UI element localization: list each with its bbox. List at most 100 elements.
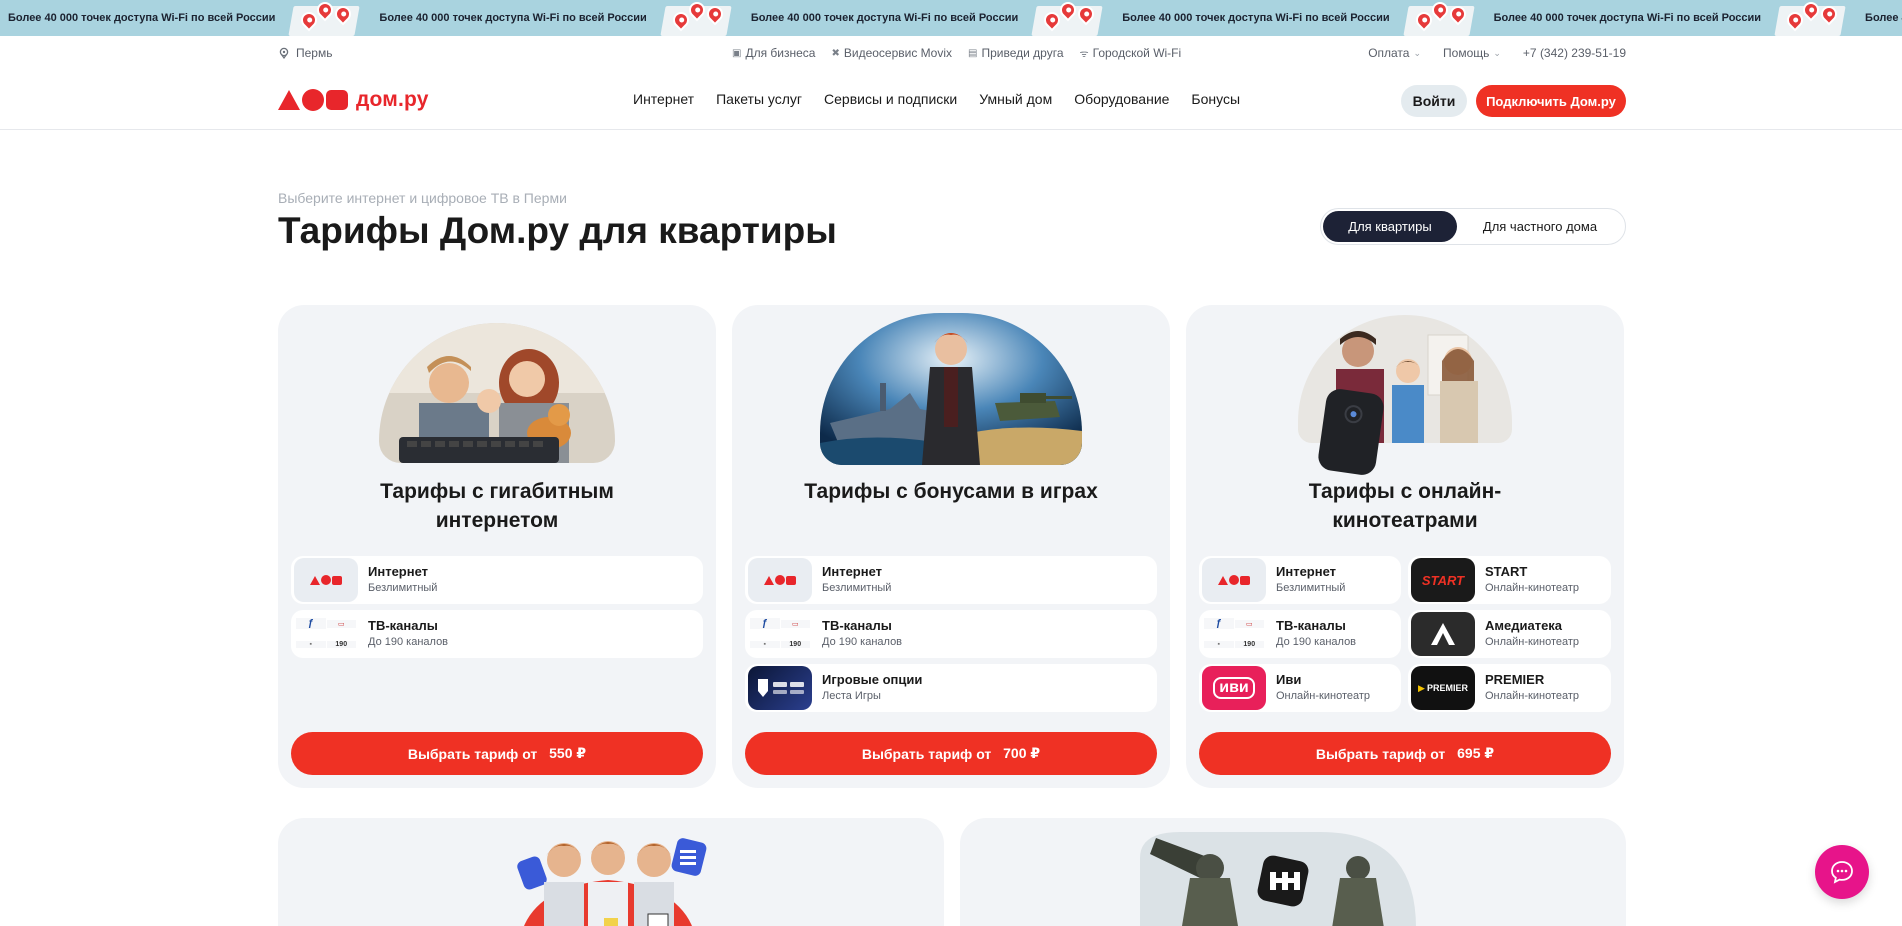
choose-tariff-button[interactable]: Выбрать тариф от 550 ₽ bbox=[291, 732, 703, 775]
link-label: Видеосервис Movix bbox=[843, 46, 953, 60]
nav-packages[interactable]: Пакеты услуг bbox=[716, 91, 802, 107]
promo-segment: Более 40 000 точек доступа Wi-Fi по всей… bbox=[1857, 0, 1902, 36]
tv-channels-icon: ƒ ▭ ▪ 190 bbox=[294, 612, 358, 656]
choose-tariff-button[interactable]: Выбрать тариф от 700 ₽ bbox=[745, 732, 1157, 775]
link-referral[interactable]: ▤ Приведи друга bbox=[968, 46, 1063, 60]
option-sub: До 190 каналов bbox=[822, 636, 903, 648]
login-button[interactable]: Войти bbox=[1401, 85, 1467, 117]
link-label: Городской Wi-Fi bbox=[1092, 46, 1182, 60]
domru-logo-icon bbox=[1202, 558, 1266, 602]
payment-label: Оплата bbox=[1368, 46, 1410, 60]
promo-segment: Более 40 000 точек доступа Wi-Fi по всей… bbox=[1486, 0, 1857, 36]
city-selector[interactable]: Пермь bbox=[278, 46, 332, 60]
promo-segment: Более 40 000 точек доступа Wi-Fi по всей… bbox=[743, 0, 1114, 36]
tariff-card-games[interactable]: Тарифы с бонусами в играх Интернет Безлим… bbox=[732, 305, 1170, 788]
start-logo-text: START bbox=[1421, 572, 1465, 588]
map-pins-icon bbox=[281, 0, 371, 36]
main-header: дом.ру Интернет Пакеты услуг Сервисы и п… bbox=[0, 70, 1902, 130]
nav-equipment[interactable]: Оборудование bbox=[1074, 91, 1169, 107]
option-internet: Интернет Безлимитный bbox=[291, 556, 703, 604]
option-name: Иви bbox=[1276, 672, 1302, 687]
option-ivi: иви Иви Онлайн-кинотеатр bbox=[1199, 664, 1401, 712]
option-name: ТВ-каналы bbox=[1276, 618, 1346, 633]
lesta-games-icon bbox=[748, 666, 812, 710]
promo-text: Более 40 000 точек доступа Wi-Fi по всей… bbox=[750, 12, 1019, 24]
map-pins-icon bbox=[1396, 0, 1486, 36]
nav-smart-home[interactable]: Умный дом bbox=[979, 91, 1052, 107]
tv-channels-icon: ƒ ▭ ▪ 190 bbox=[748, 612, 812, 656]
link-movix[interactable]: ✖ Видеосервис Movix bbox=[831, 46, 952, 60]
link-city-wifi[interactable]: ᯤ Городской Wi-Fi bbox=[1080, 46, 1182, 60]
main-nav: Интернет Пакеты услуг Сервисы и подписки… bbox=[633, 91, 1240, 107]
option-name: Игровые опции bbox=[822, 672, 923, 687]
cta-price: 695 ₽ bbox=[1457, 745, 1495, 761]
promo-segment: Более 40 000 точек доступа Wi-Fi по всей… bbox=[1114, 0, 1485, 36]
premier-play-icon: ▶ bbox=[1418, 682, 1425, 693]
map-pins-icon bbox=[653, 0, 743, 36]
payment-menu[interactable]: Оплата ⌄ bbox=[1368, 46, 1421, 60]
cta-label: Выбрать тариф от bbox=[407, 745, 538, 762]
cta-label: Выбрать тариф от bbox=[1315, 745, 1446, 762]
promo-card-gaming[interactable] bbox=[960, 818, 1626, 926]
option-sub: До 190 каналов bbox=[368, 636, 449, 648]
domru-logo-icon bbox=[748, 558, 812, 602]
tariff-card-cinema[interactable]: Тарифы с онлайн-кинотеатрами Интернет Без… bbox=[1186, 305, 1624, 788]
location-pin-icon bbox=[279, 47, 289, 59]
option-sub: Безлимитный bbox=[368, 582, 438, 594]
option-tv: ƒ ▭ ▪ 190 ТВ-каналы До 190 каналов bbox=[1199, 610, 1401, 658]
promo-text: Более 40 000 точек доступа Wi-Fi по всей… bbox=[1865, 12, 1902, 24]
promo-card-friends[interactable] bbox=[278, 818, 944, 926]
tv-remote-icon bbox=[1316, 387, 1386, 477]
connect-button[interactable]: Подключить Дом.ру bbox=[1476, 85, 1626, 117]
page-title: Тарифы Дом.ру для квартиры bbox=[278, 210, 837, 251]
help-label: Помощь bbox=[1443, 46, 1490, 60]
ivi-logo-text: иви bbox=[1213, 677, 1255, 699]
chevron-down-icon: ⌄ bbox=[1413, 47, 1422, 58]
channels-count: 190 bbox=[780, 640, 810, 648]
promo-text: Более 40 000 точек доступа Wi-Fi по всей… bbox=[8, 12, 276, 24]
ivi-logo-icon: иви bbox=[1202, 666, 1266, 710]
briefcase-icon: ▣ bbox=[732, 47, 742, 59]
help-menu[interactable]: Помощь ⌄ bbox=[1443, 46, 1501, 60]
choose-tariff-button[interactable]: Выбрать тариф от 695 ₽ bbox=[1199, 732, 1611, 775]
option-name: Интернет bbox=[368, 564, 429, 579]
tv-channels-icon: ƒ ▭ ▪ 190 bbox=[1202, 612, 1266, 656]
promo-banner[interactable]: Более 40 000 точек доступа Wi-Fi по всей… bbox=[0, 0, 1902, 36]
gift-icon: ▤ bbox=[968, 47, 978, 59]
nav-services[interactable]: Сервисы и подписки bbox=[824, 91, 957, 107]
logo[interactable]: дом.ру bbox=[278, 88, 429, 112]
option-name: PREMIER bbox=[1485, 672, 1545, 687]
cta-price: 550 ₽ bbox=[549, 745, 587, 761]
link-business[interactable]: ▣ Для бизнеса bbox=[732, 46, 815, 60]
option-name: START bbox=[1485, 564, 1528, 579]
phone-link[interactable]: +7 (342) 239-51-19 bbox=[1523, 46, 1626, 60]
option-name: ТВ-каналы bbox=[368, 618, 438, 633]
chat-bubble-icon bbox=[1831, 861, 1853, 884]
premier-logo-text: PREMIER bbox=[1426, 683, 1468, 693]
channels-count: 190 bbox=[326, 640, 356, 648]
option-premier: ▶ PREMIER PREMIER Онлайн-кинотеатр bbox=[1408, 664, 1611, 712]
card-title-text: Тарифы с онлайн-кинотеатрами bbox=[1308, 480, 1502, 532]
option-tv: ƒ ▭ ▪ 190 ТВ-каналы До 190 каналов bbox=[745, 610, 1157, 658]
promo-text: Более 40 000 точек доступа Wi-Fi по всей… bbox=[1122, 12, 1390, 24]
soldiers-illustration bbox=[1140, 832, 1416, 926]
option-internet: Интернет Безлимитный bbox=[745, 556, 1157, 604]
option-sub: Онлайн-кинотеатр bbox=[1485, 690, 1580, 702]
utility-links: ▣ Для бизнеса ✖ Видеосервис Movix ▤ Приведи… bbox=[732, 46, 1181, 60]
movix-icon: ✖ bbox=[831, 47, 840, 59]
promo-text: Более 40 000 точек доступа Wi-Fi по всей… bbox=[1493, 12, 1762, 24]
link-label: Приведи друга bbox=[981, 46, 1064, 60]
tariff-card-gigabit[interactable]: Тарифы с гигабитным интернетом Интернет Б… bbox=[278, 305, 716, 788]
option-sub: Безлимитный bbox=[1276, 582, 1346, 594]
link-label: Для бизнеса bbox=[745, 46, 816, 60]
option-start: START START Онлайн-кинотеатр bbox=[1408, 556, 1611, 604]
nav-internet[interactable]: Интернет bbox=[633, 91, 694, 107]
toggle-apartment[interactable]: Для квартиры bbox=[1323, 211, 1457, 242]
option-sub: До 190 каналов bbox=[1276, 636, 1357, 648]
promo-segment: Более 40 000 точек доступа Wi-Fi по всей… bbox=[371, 0, 742, 36]
nav-bonuses[interactable]: Бонусы bbox=[1191, 91, 1240, 107]
chat-button[interactable] bbox=[1815, 845, 1869, 899]
cta-label: Выбрать тариф от bbox=[861, 745, 992, 762]
family-computer-illustration bbox=[379, 323, 615, 463]
toggle-private-house[interactable]: Для частного дома bbox=[1457, 211, 1623, 242]
